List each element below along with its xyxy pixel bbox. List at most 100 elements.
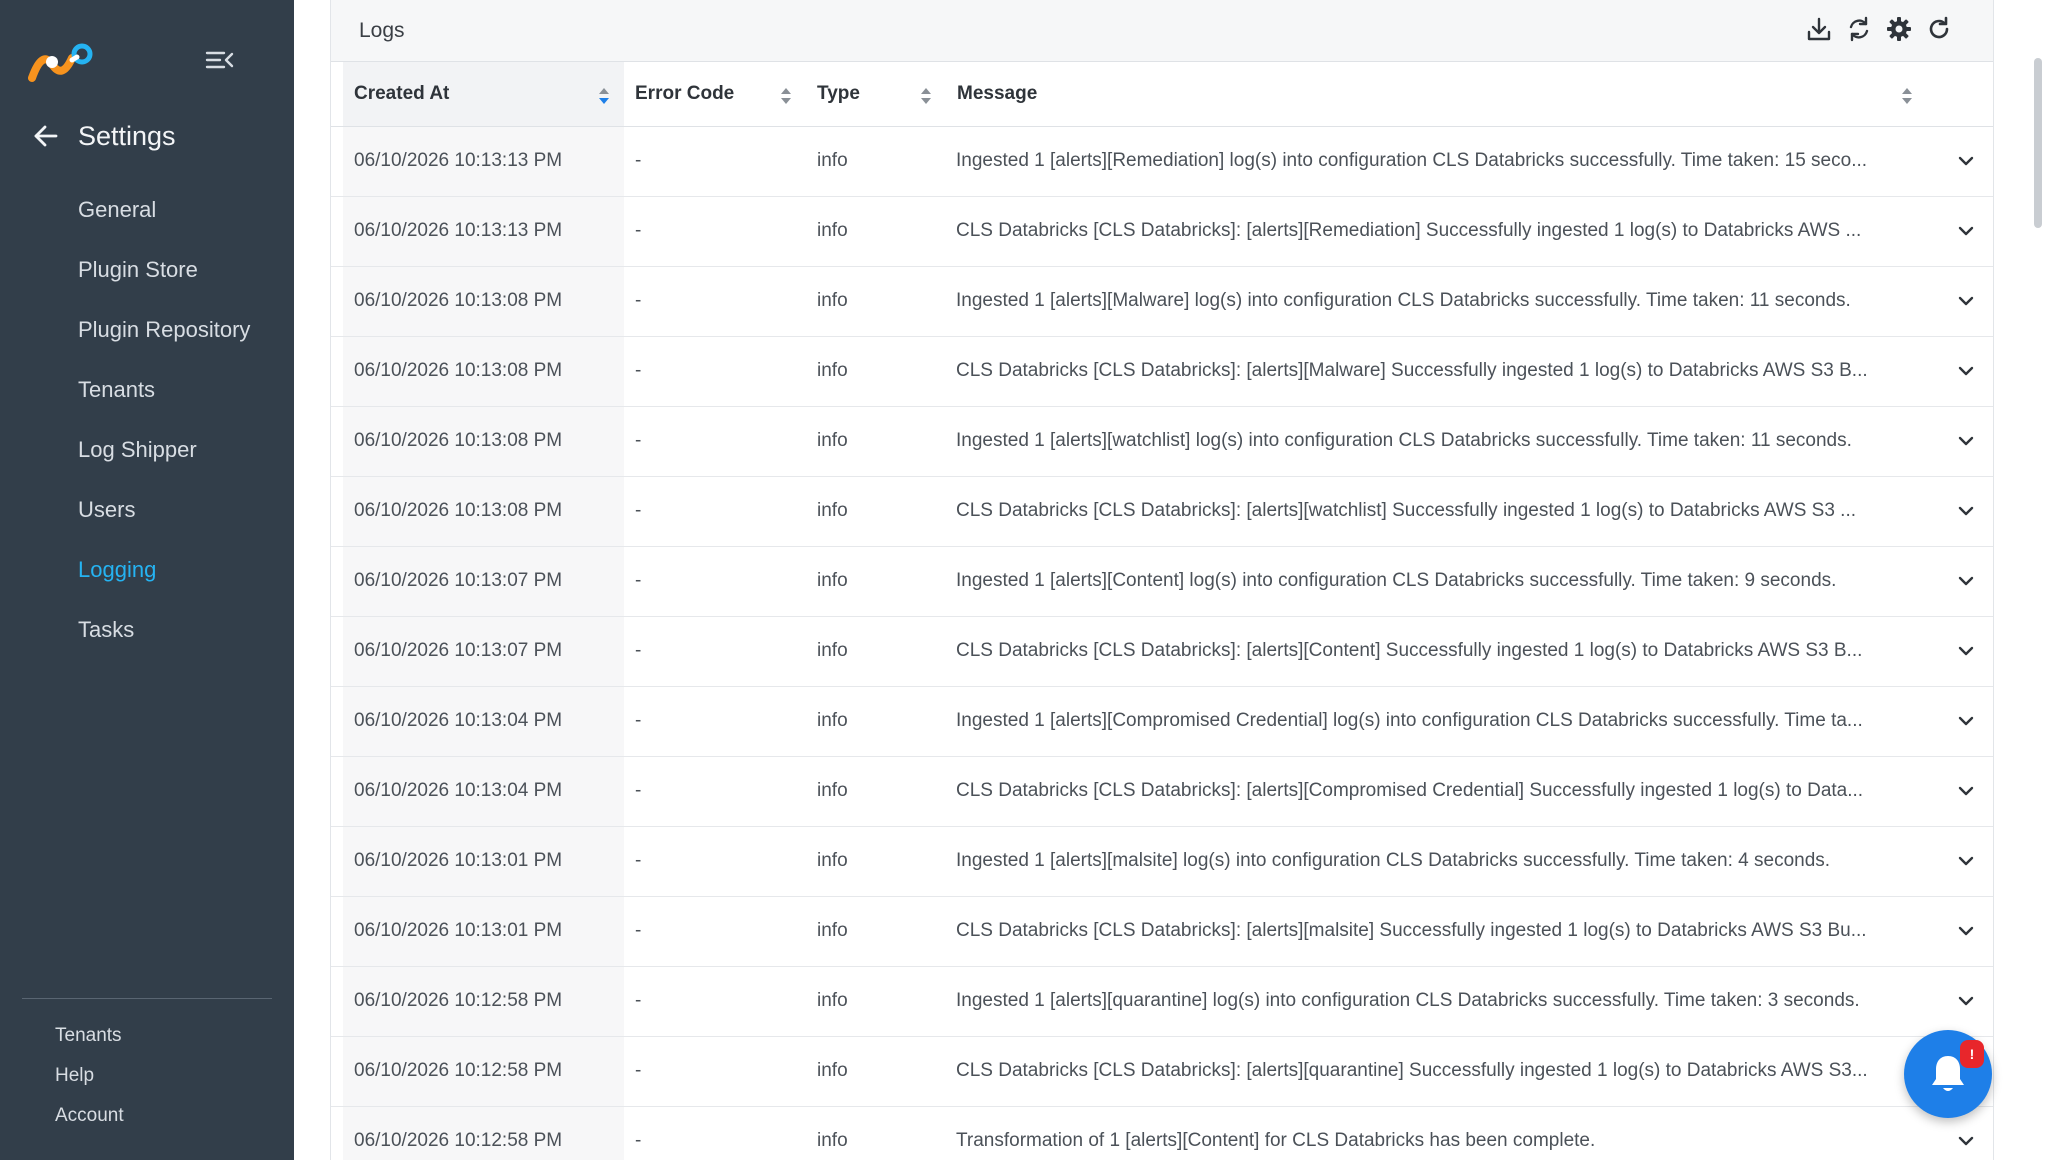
sidebar-item-users[interactable]: Users [0,480,294,540]
sidebar-item-tenants[interactable]: Tenants [0,360,294,420]
cell-type: info [806,1036,946,1107]
sidebar-item-logging[interactable]: Logging [0,540,294,600]
column-message[interactable]: Message [946,62,1927,127]
cell-type: info [806,826,946,897]
cell-message: CLS Databricks [CLS Databricks]: [alerts… [946,756,1927,827]
cell-created-at: 06/10/2026 10:13:01 PM [343,896,624,967]
chevron-down-icon[interactable] [1956,991,1976,1011]
notification-badge: ! [1960,1040,1984,1068]
gear-icon[interactable] [1885,14,1913,44]
sidebar-divider [22,998,272,999]
chevron-down-icon[interactable] [1956,921,1976,941]
column-created-at[interactable]: Created At [343,62,624,127]
table-row[interactable]: 06/10/2026 10:13:08 PM - info Ingested 1 [a… [331,266,1993,337]
scrollbar-thumb[interactable] [2034,58,2042,228]
row-expand-button[interactable] [1927,546,1993,617]
main-content: Logs Created At Error Code Type Message … [294,0,2048,1160]
footer-item-tenants[interactable]: Tenants [55,1016,124,1056]
cell-message: CLS Databricks [CLS Databricks]: [alerts… [946,1036,1927,1107]
column-type-label: Type [817,82,860,104]
row-expand-button[interactable] [1927,826,1993,897]
sort-icon[interactable] [1901,86,1913,106]
download-icon[interactable] [1805,14,1833,44]
sort-icon[interactable] [920,86,932,106]
row-expand-button[interactable] [1927,126,1993,197]
table-gutter [331,62,343,127]
cell-created-at: 06/10/2026 10:13:04 PM [343,756,624,827]
table-row[interactable]: 06/10/2026 10:12:58 PM - info Ingested 1 [a… [331,966,1993,1037]
sync-icon[interactable] [1845,14,1873,44]
table-row[interactable]: 06/10/2026 10:12:58 PM - info Transformatio… [331,1106,1993,1160]
chevron-down-icon[interactable] [1956,221,1976,241]
sort-icon[interactable] [780,86,792,106]
chevron-down-icon[interactable] [1956,781,1976,801]
row-gutter [331,1106,343,1160]
row-expand-button[interactable] [1927,476,1993,547]
sidebar-item-plugin-repository[interactable]: Plugin Repository [0,300,294,360]
logo-icon[interactable] [28,40,96,84]
sort-icon[interactable] [598,86,610,106]
table-row[interactable]: 06/10/2026 10:13:04 PM - info Ingested 1 [a… [331,686,1993,757]
logs-card: Logs Created At Error Code Type Message … [330,0,1994,1160]
sidebar-item-tasks[interactable]: Tasks [0,600,294,660]
row-expand-button[interactable] [1927,756,1993,827]
cell-type: info [806,966,946,1037]
collapse-menu-icon[interactable] [204,48,234,72]
row-expand-button[interactable] [1927,406,1993,477]
chevron-down-icon[interactable] [1956,851,1976,871]
chevron-down-icon[interactable] [1956,151,1976,171]
chevron-down-icon[interactable] [1956,641,1976,661]
chevron-down-icon[interactable] [1956,571,1976,591]
cell-error-code: - [624,966,806,1037]
table-row[interactable]: 06/10/2026 10:13:08 PM - info CLS Databrick… [331,476,1993,547]
table-row[interactable]: 06/10/2026 10:13:07 PM - info Ingested 1 [a… [331,546,1993,617]
chevron-down-icon[interactable] [1956,711,1976,731]
column-error-code-label: Error Code [635,82,735,104]
sidebar-item-plugin-store[interactable]: Plugin Store [0,240,294,300]
cell-type: info [806,756,946,827]
footer-item-account[interactable]: Account [55,1096,124,1136]
cell-error-code: - [624,1106,806,1160]
row-expand-button[interactable] [1927,266,1993,337]
chevron-down-icon[interactable] [1956,431,1976,451]
chevron-down-icon[interactable] [1956,501,1976,521]
chevron-down-icon[interactable] [1956,1131,1976,1151]
cell-created-at: 06/10/2026 10:13:01 PM [343,826,624,897]
row-expand-button[interactable] [1927,896,1993,967]
cell-error-code: - [624,266,806,337]
row-expand-button[interactable] [1927,196,1993,267]
sidebar-item-general[interactable]: General [0,180,294,240]
table-row[interactable]: 06/10/2026 10:13:04 PM - info CLS Databrick… [331,756,1993,827]
row-gutter [331,476,343,547]
notifications-button[interactable]: ! [1904,1030,1992,1118]
chevron-down-icon[interactable] [1956,291,1976,311]
row-expand-button[interactable] [1927,966,1993,1037]
row-expand-button[interactable] [1927,616,1993,687]
table-row[interactable]: 06/10/2026 10:13:07 PM - info CLS Databrick… [331,616,1993,687]
row-gutter [331,196,343,267]
column-type[interactable]: Type [806,62,946,127]
row-expand-button[interactable] [1927,336,1993,407]
table-row[interactable]: 06/10/2026 10:13:01 PM - info CLS Databrick… [331,896,1993,967]
table-row[interactable]: 06/10/2026 10:13:01 PM - info Ingested 1 [a… [331,826,1993,897]
logs-toolbar [1805,14,1953,44]
table-row[interactable]: 06/10/2026 10:12:58 PM - info CLS Databrick… [331,1036,1993,1107]
settings-back-button[interactable]: Settings [32,116,176,156]
sidebar-item-log-shipper[interactable]: Log Shipper [0,420,294,480]
table-row[interactable]: 06/10/2026 10:13:13 PM - info Ingested 1 [a… [331,126,1993,197]
refresh-icon[interactable] [1925,14,1953,44]
column-message-label: Message [957,82,1038,104]
cell-type: info [806,406,946,477]
cell-message: Transformation of 1 [alerts][Content] fo… [946,1106,1927,1160]
row-expand-button[interactable] [1927,686,1993,757]
table-row[interactable]: 06/10/2026 10:13:08 PM - info Ingested 1 [a… [331,406,1993,477]
cell-type: info [806,686,946,757]
table-row[interactable]: 06/10/2026 10:13:13 PM - info CLS Databrick… [331,196,1993,267]
column-error-code[interactable]: Error Code [624,62,806,127]
row-gutter [331,126,343,197]
footer-item-help[interactable]: Help [55,1056,124,1096]
cell-error-code: - [624,616,806,687]
chevron-down-icon[interactable] [1956,361,1976,381]
table-row[interactable]: 06/10/2026 10:13:08 PM - info CLS Databrick… [331,336,1993,407]
cell-message: CLS Databricks [CLS Databricks]: [alerts… [946,616,1927,687]
